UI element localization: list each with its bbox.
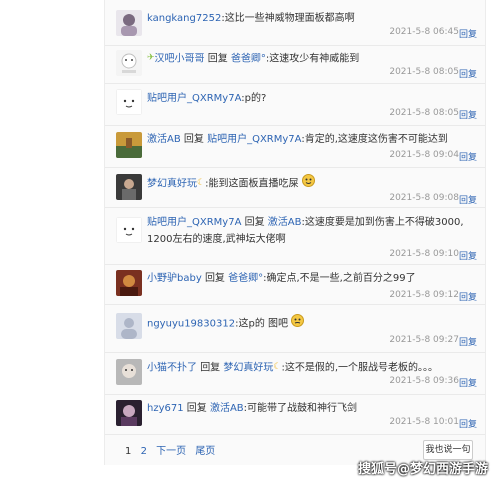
- page-1: 1: [125, 446, 132, 457]
- page-2[interactable]: 2: [141, 446, 147, 457]
- comment-username[interactable]: 激活AB: [147, 134, 181, 145]
- comment-time: 2021-5-8 09:12: [389, 290, 459, 300]
- avatar[interactable]: [116, 359, 142, 385]
- reply-action-link[interactable]: 回复: [459, 290, 477, 303]
- next-page-link[interactable]: 下一页: [156, 446, 186, 457]
- emoji-icon: [301, 174, 315, 193]
- comment-time: 2021-5-8 09:36: [389, 376, 459, 386]
- reply-target-username[interactable]: 爸爸卿°: [228, 273, 263, 284]
- comment-content: 激活AB 回复 贴吧用户_QXRMy7A:肯定的,这速度这伤害不可能达到: [147, 131, 477, 148]
- comment-username[interactable]: ngyuyu19830312: [147, 319, 235, 330]
- comment-username[interactable]: 小野驴baby: [147, 273, 202, 284]
- avatar[interactable]: [116, 217, 142, 243]
- reply-action-link[interactable]: 回复: [459, 249, 477, 262]
- avatar[interactable]: [116, 270, 142, 296]
- comment-row: 梦幻真好玩☾:能到这面板直播吃屎 2021-5-8 09:08 回复: [105, 167, 485, 208]
- reply-action-link[interactable]: 回复: [459, 335, 477, 348]
- comment-time: 2021-5-8 08:05: [389, 67, 459, 77]
- comment-username[interactable]: 小猫不扑了: [147, 363, 197, 374]
- comment-row: 贴吧用户_QXRMy7A 回复 激活AB:这速度要是加到伤害上不得破3000, …: [105, 207, 485, 265]
- reply-action-link[interactable]: 回复: [459, 67, 477, 80]
- comment-time: 2021-5-8 09:08: [389, 193, 459, 203]
- say-something-button[interactable]: 我也说一句: [423, 440, 473, 460]
- avatar[interactable]: [116, 313, 142, 339]
- comment-text: p的?: [244, 93, 267, 104]
- comment-row: hzy671 回复 激活AB:可能带了战鼓和神行飞剑 2021-5-8 10:0…: [105, 394, 485, 435]
- comment-row: 小野驴baby 回复 爸爸卿°:确定点,不是一些,之前百分之99了 2021-5…: [105, 264, 485, 305]
- avatar[interactable]: [116, 10, 142, 36]
- reply-target-username[interactable]: 梦幻真好玩: [223, 363, 273, 374]
- comment-time: 2021-5-8 06:45: [389, 27, 459, 37]
- reply-target-username[interactable]: 激活AB: [268, 217, 302, 228]
- comment-row: 小猫不扑了 回复 梦幻真好玩☾:这不是假的,一个服战号老板的。。。 2021-5…: [105, 352, 485, 395]
- comment-panel: kangkang7252:这比一些神威物理面板都高啊 2021-5-8 06:4…: [104, 0, 486, 465]
- avatar[interactable]: [116, 174, 142, 200]
- comment-content: 贴吧用户_QXRMy7A 回复 激活AB:这速度要是加到伤害上不得破3000, …: [147, 214, 477, 248]
- comment-username[interactable]: kangkang7252: [147, 13, 221, 24]
- comment-text: 这p的 图吧: [238, 318, 289, 330]
- comment-content: 贴吧用户_QXRMy7A:p的?: [147, 90, 477, 107]
- reply-action-link[interactable]: 回复: [459, 417, 477, 430]
- reply-label: 回复: [183, 134, 204, 145]
- avatar[interactable]: [116, 89, 142, 115]
- comment-username[interactable]: 贴吧用户_QXRMy7A: [147, 217, 241, 228]
- reply-label: 回复: [186, 403, 207, 414]
- comment-content: hzy671 回复 激活AB:可能带了战鼓和神行飞剑: [147, 400, 477, 417]
- comment-username[interactable]: hzy671: [147, 403, 184, 414]
- comment-time: 2021-5-8 09:27: [389, 335, 459, 345]
- comment-time: 2021-5-8 09:10: [389, 249, 459, 259]
- comment-content: 小猫不扑了 回复 梦幻真好玩☾:这不是假的,一个服战号老板的。。。: [147, 359, 477, 377]
- comment-content: ngyuyu19830312:这p的 图吧: [147, 314, 477, 333]
- comment-username[interactable]: 贴吧用户_QXRMy7A: [147, 93, 241, 104]
- avatar[interactable]: [116, 400, 142, 426]
- comment-content: 小野驴baby 回复 爸爸卿°:确定点,不是一些,之前百分之99了: [147, 270, 477, 287]
- comment-username[interactable]: 汉吧小哥哥: [155, 54, 205, 65]
- comment-row: ✈汉吧小哥哥 回复 爸爸卿°:这速攻少有神威能到 2021-5-8 08:05 …: [105, 45, 485, 84]
- comment-text: 肯定的,这速度这伤害不可能达到: [304, 134, 448, 145]
- comment-content: kangkang7252:这比一些神威物理面板都高啊: [147, 10, 477, 27]
- moon-badge-icon: ☾: [197, 178, 206, 188]
- comment-row: 贴吧用户_QXRMy7A:p的? 2021-5-8 08:05 回复: [105, 83, 485, 126]
- comment-time: 2021-5-8 09:04: [389, 150, 459, 160]
- comment-text: 可能带了战鼓和神行飞剑: [247, 403, 358, 414]
- reply-target-username[interactable]: 激活AB: [210, 403, 244, 414]
- pagination: 1 2 下一页 尾页: [125, 442, 221, 457]
- last-page-link[interactable]: 尾页: [195, 446, 215, 457]
- reply-action-link[interactable]: 回复: [459, 108, 477, 121]
- vip-badge-icon: ✈: [147, 53, 155, 63]
- reply-label: 回复: [200, 362, 221, 374]
- comment-row: 激活AB 回复 贴吧用户_QXRMy7A:肯定的,这速度这伤害不可能达到 202…: [105, 125, 485, 168]
- reply-action-link[interactable]: 回复: [459, 376, 477, 389]
- comment-time: 2021-5-8 08:05: [389, 108, 459, 118]
- reply-action-link[interactable]: 回复: [459, 27, 477, 40]
- reply-target-username[interactable]: 爸爸卿°: [231, 54, 266, 65]
- reply-action-link[interactable]: 回复: [459, 193, 477, 206]
- watermark: 搜狐号@梦幻西游手游: [357, 462, 488, 477]
- comment-text: 能到这面板直播吃屎: [208, 178, 299, 190]
- comment-username[interactable]: 梦幻真好玩: [147, 179, 197, 190]
- comment-content: ✈汉吧小哥哥 回复 爸爸卿°:这速攻少有神威能到: [147, 50, 477, 68]
- comment-row: ngyuyu19830312:这p的 图吧 2021-5-8 09:27 回复: [105, 304, 485, 353]
- reply-label: 回复: [204, 273, 225, 284]
- reply-label: 回复: [207, 53, 228, 65]
- comment-text: 这不是假的,一个服战号老板的。。。: [284, 362, 439, 374]
- comment-content: 梦幻真好玩☾:能到这面板直播吃屎: [147, 174, 477, 193]
- reply-target-username[interactable]: 贴吧用户_QXRMy7A: [207, 134, 301, 145]
- comment-row: kangkang7252:这比一些神威物理面板都高啊 2021-5-8 06:4…: [105, 0, 485, 46]
- comment-text: 这速攻少有神威能到: [269, 53, 360, 65]
- avatar[interactable]: [116, 132, 142, 158]
- comment-text: 这比一些神威物理面板都高啊: [224, 13, 355, 24]
- comment-text: 确定点,不是一些,之前百分之99了: [266, 273, 416, 284]
- emoji-icon: [291, 314, 305, 333]
- reply-action-link[interactable]: 回复: [459, 150, 477, 163]
- avatar[interactable]: [116, 50, 142, 76]
- comment-time: 2021-5-8 10:01: [389, 417, 459, 427]
- reply-label: 回复: [244, 217, 265, 228]
